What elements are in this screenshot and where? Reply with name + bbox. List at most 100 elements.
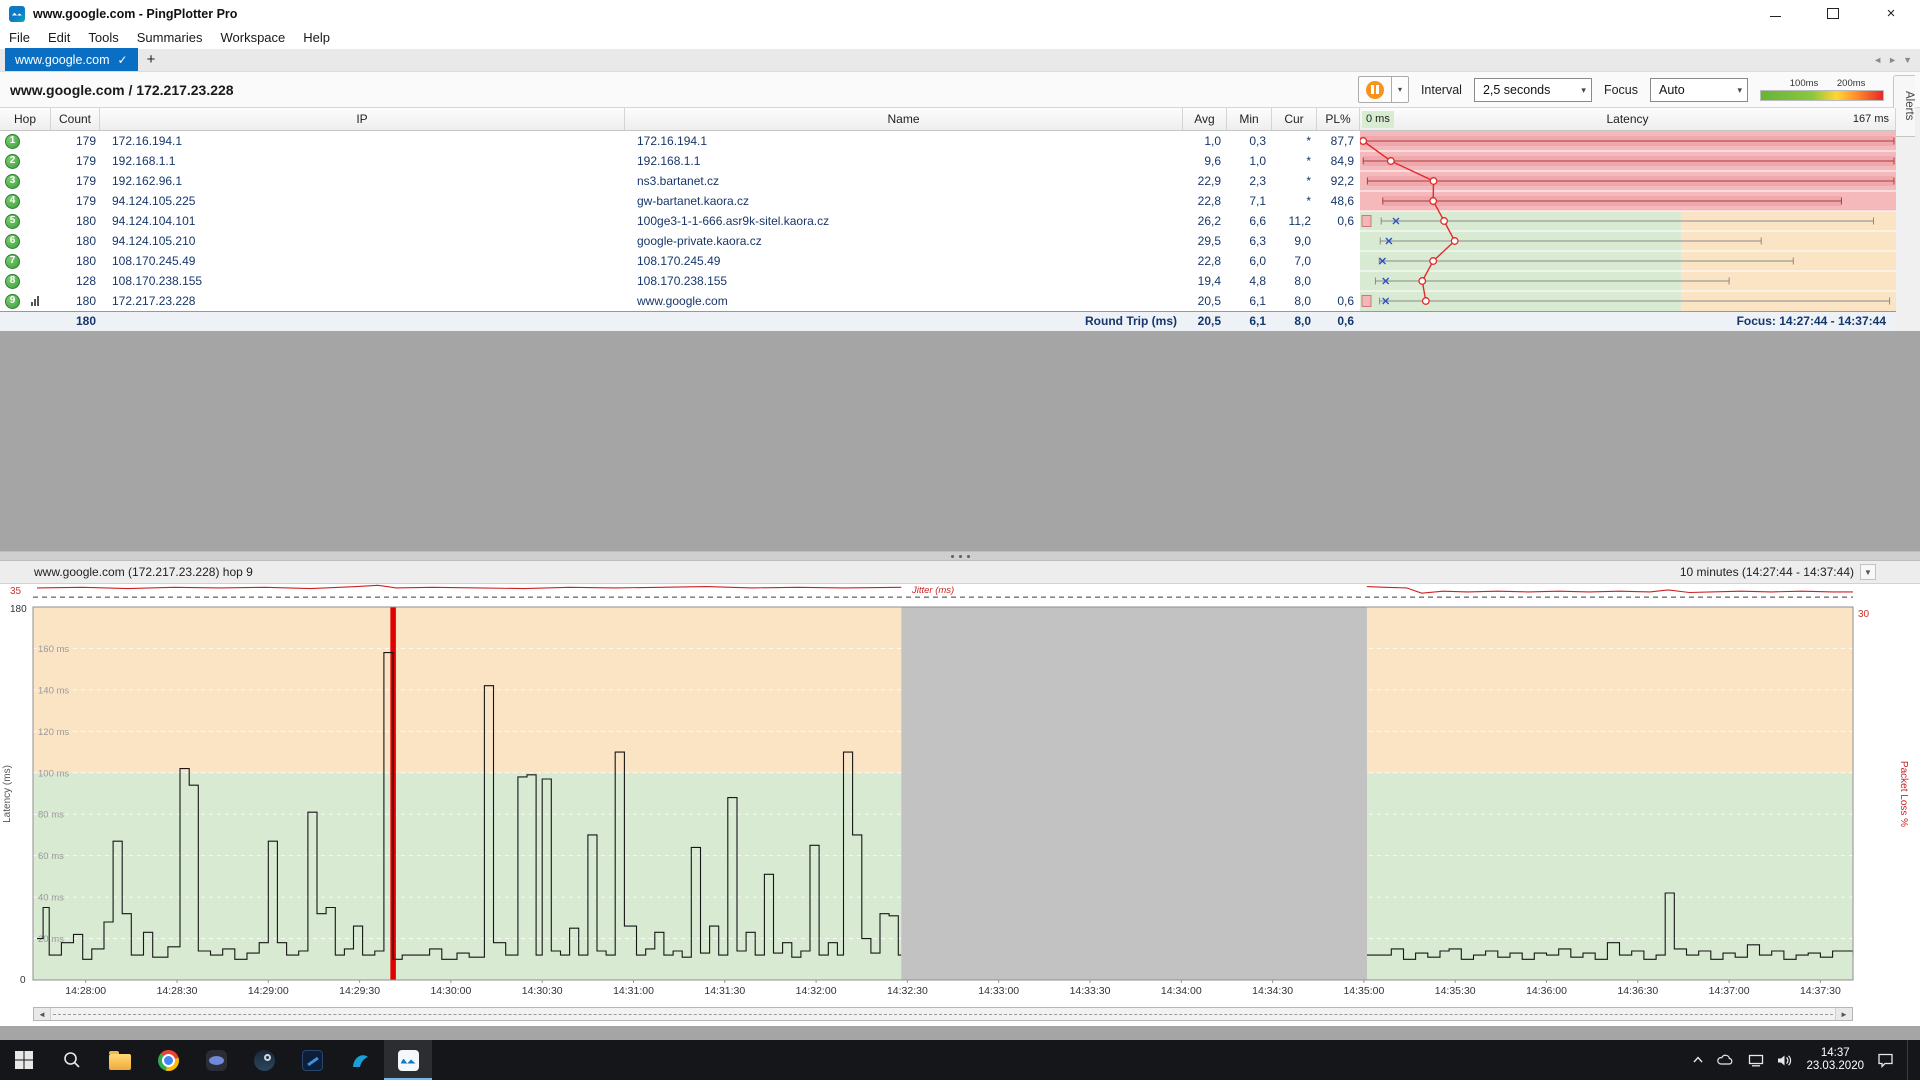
svg-text:14:34:30: 14:34:30 (1252, 985, 1293, 997)
new-target-button[interactable]: + (138, 48, 165, 71)
tab-www-google-com[interactable]: www.google.com ✓ (5, 48, 138, 71)
header-count[interactable]: Count (51, 108, 100, 130)
scrollbar-track[interactable] (51, 1008, 1835, 1020)
avg-cell: 22,8 (1183, 251, 1227, 271)
trace-grid: Hop Count IP Name Avg Min Cur PL% 0 ms L… (0, 108, 1896, 331)
svg-text:14:35:30: 14:35:30 (1435, 985, 1476, 997)
avg-cell: 22,9 (1183, 171, 1227, 191)
svg-text:160 ms: 160 ms (38, 644, 69, 655)
tab-scroll-left-icon[interactable]: ◄ (1873, 55, 1882, 65)
header-pl[interactable]: PL% (1317, 108, 1360, 130)
tab-list-dropdown-icon[interactable]: ▼ (1903, 55, 1912, 65)
alerts-side-tab[interactable]: Alerts (1893, 75, 1915, 137)
timeline-scrollbar[interactable]: ◄ ► (33, 1007, 1853, 1021)
clock-date: 23.03.2020 (1806, 1060, 1864, 1073)
cur-cell: 8,0 (1272, 291, 1317, 311)
file-explorer-button[interactable] (96, 1040, 144, 1080)
avg-cell: 19,4 (1183, 271, 1227, 291)
header-ip[interactable]: IP (100, 108, 625, 130)
search-button[interactable] (48, 1040, 96, 1080)
wireshark-button[interactable] (336, 1040, 384, 1080)
scroll-right-icon[interactable]: ► (1835, 1008, 1852, 1020)
header-hop[interactable]: Hop (0, 108, 51, 130)
windows-taskbar: 14:37 23.03.2020 (0, 1040, 1920, 1080)
dark-app-button[interactable] (288, 1040, 336, 1080)
ip-cell: 172.16.194.1 (100, 131, 625, 151)
ip-cell: 94.124.104.101 (100, 211, 625, 231)
name-cell: 100ge3-1-1-666.asr9k-sitel.kaora.cz (625, 211, 1183, 231)
cur-cell: * (1272, 171, 1317, 191)
menu-workspace[interactable]: Workspace (211, 27, 294, 49)
tab-label: www.google.com (15, 53, 110, 67)
menu-summaries[interactable]: Summaries (128, 27, 212, 49)
windows-logo-icon (14, 1050, 34, 1070)
show-desktop-strip[interactable] (1907, 1040, 1912, 1080)
focused-hop-indicator-icon (31, 296, 39, 306)
menu-tools[interactable]: Tools (79, 27, 127, 49)
pingplotter-taskbar-button[interactable] (384, 1040, 432, 1080)
toolbar: www.google.com / 172.217.23.228 ▾ Interv… (0, 72, 1920, 108)
avg-cell: 22,8 (1183, 191, 1227, 211)
timeline-range-dropdown-icon[interactable]: ▼ (1860, 564, 1876, 580)
timeline-panel: www.google.com (172.217.23.228) hop 9 10… (0, 561, 1920, 1026)
cur-cell: * (1272, 131, 1317, 151)
interval-select[interactable]: 2,5 seconds (1474, 78, 1592, 102)
discord-icon (206, 1050, 227, 1071)
hop-status-badge: 1 (5, 134, 20, 149)
menu-edit[interactable]: Edit (39, 27, 79, 49)
header-min[interactable]: Min (1227, 108, 1272, 130)
menu-help[interactable]: Help (294, 27, 339, 49)
panel-splitter-handle[interactable] (0, 551, 1920, 561)
pause-dropdown-icon[interactable]: ▾ (1392, 76, 1409, 103)
hop-status-badge: 2 (5, 154, 20, 169)
ip-cell: 94.124.105.225 (100, 191, 625, 211)
round-trip-pl: 0,6 (1317, 312, 1360, 331)
tray-expand-chevron-icon[interactable] (1692, 1055, 1704, 1065)
chrome-button[interactable] (144, 1040, 192, 1080)
legend-200ms-label: 200ms (1837, 78, 1866, 89)
avg-cell: 26,2 (1183, 211, 1227, 231)
svg-text:100 ms: 100 ms (38, 768, 69, 779)
discord-button[interactable] (192, 1040, 240, 1080)
count-cell: 179 (51, 191, 100, 211)
minimize-button[interactable] (1746, 0, 1804, 27)
taskbar-clock[interactable]: 14:37 23.03.2020 (1806, 1047, 1864, 1073)
latency-timeline-graph[interactable]: 160 ms140 ms120 ms100 ms80 ms60 ms40 ms2… (0, 584, 1920, 1004)
check-icon: ✓ (118, 53, 128, 67)
svg-text:14:37:00: 14:37:00 (1709, 985, 1750, 997)
count-cell: 180 (51, 291, 100, 311)
min-cell: 6,6 (1227, 211, 1272, 231)
pl-cell: 92,2 (1317, 171, 1360, 191)
ip-cell: 192.168.1.1 (100, 151, 625, 171)
header-avg[interactable]: Avg (1183, 108, 1227, 130)
action-center-icon[interactable] (1877, 1053, 1894, 1068)
steam-button[interactable] (240, 1040, 288, 1080)
scroll-left-icon[interactable]: ◄ (34, 1008, 51, 1020)
svg-text:120 ms: 120 ms (38, 727, 69, 738)
avg-cell: 29,5 (1183, 231, 1227, 251)
count-cell: 179 (51, 131, 100, 151)
min-cell: 6,0 (1227, 251, 1272, 271)
latency-gradient-bar (1760, 90, 1884, 101)
network-icon[interactable] (1748, 1054, 1764, 1067)
tab-scroll-right-icon[interactable]: ► (1888, 55, 1897, 65)
maximize-button[interactable] (1804, 0, 1862, 27)
pause-button[interactable] (1358, 76, 1392, 103)
svg-text:Jitter (ms): Jitter (ms) (911, 585, 954, 596)
svg-text:140 ms: 140 ms (38, 685, 69, 696)
focus-select[interactable]: Auto (1650, 78, 1748, 102)
min-cell: 1,0 (1227, 151, 1272, 171)
menu-file[interactable]: File (0, 27, 39, 49)
min-cell: 6,1 (1227, 291, 1272, 311)
start-button[interactable] (0, 1040, 48, 1080)
header-cur[interactable]: Cur (1272, 108, 1317, 130)
svg-text:14:33:30: 14:33:30 (1070, 985, 1111, 997)
ip-cell: 172.217.23.228 (100, 291, 625, 311)
close-button[interactable]: × (1862, 0, 1920, 27)
onedrive-cloud-icon[interactable] (1717, 1054, 1735, 1066)
pl-cell: 87,7 (1317, 131, 1360, 151)
window-bottom-margin (0, 1026, 1920, 1040)
volume-icon[interactable] (1777, 1054, 1793, 1067)
empty-workspace-area (0, 331, 1920, 551)
header-name[interactable]: Name (625, 108, 1183, 130)
